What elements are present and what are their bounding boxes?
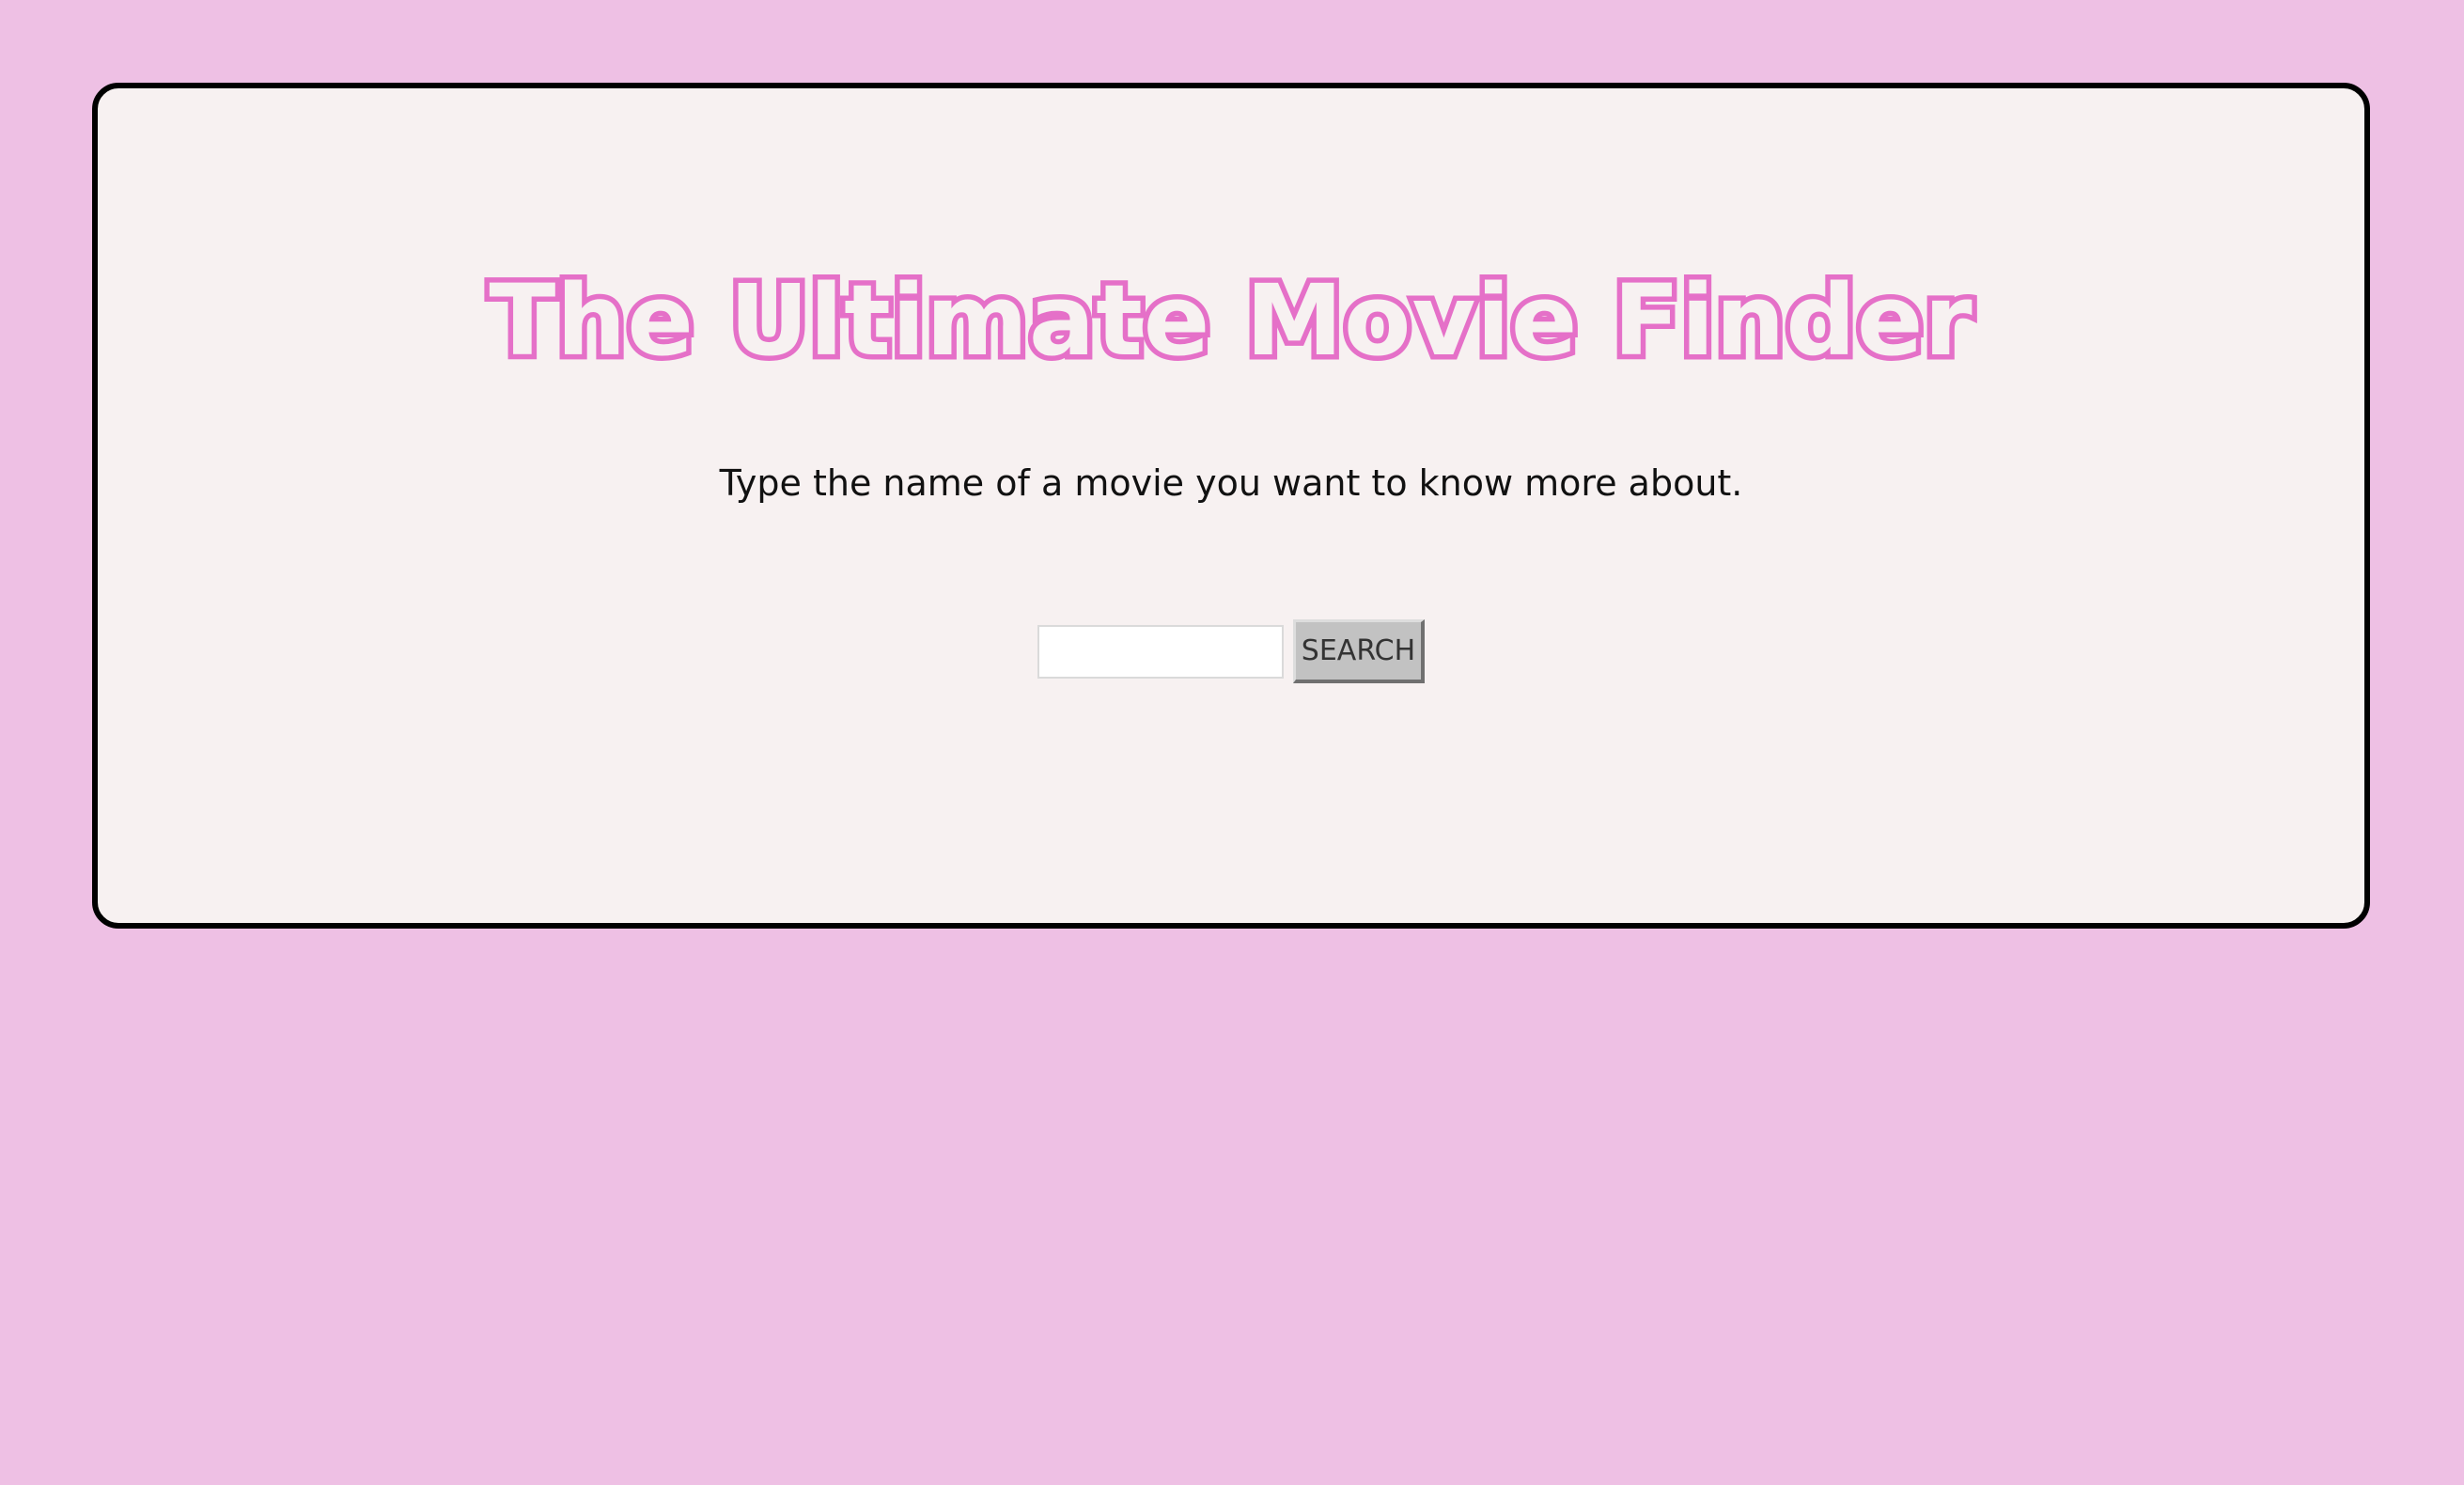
- main-card: The Ultimate Movie Finder Type the name …: [92, 83, 2370, 929]
- page-title: The Ultimate Movie Finder: [484, 263, 1977, 378]
- search-button[interactable]: SEARCH: [1293, 619, 1425, 683]
- search-form: SEARCH: [98, 619, 2364, 683]
- instructions-text: Type the name of a movie you want to kno…: [719, 462, 1743, 504]
- search-input[interactable]: [1037, 624, 1284, 679]
